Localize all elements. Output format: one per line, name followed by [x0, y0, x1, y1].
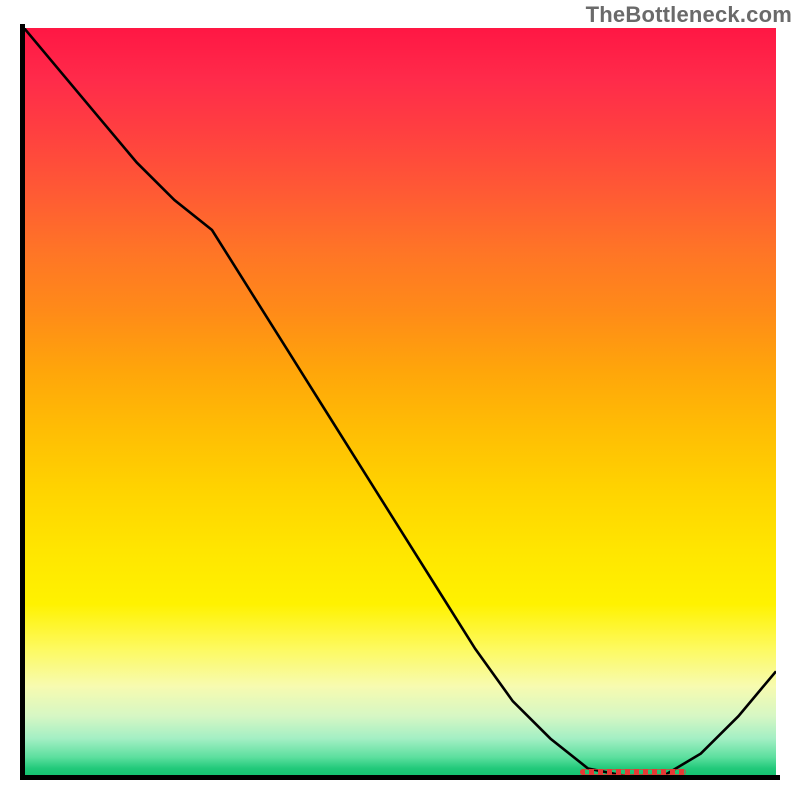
gradient-background: [24, 28, 776, 776]
watermark-label: TheBottleneck.com: [586, 2, 792, 28]
axis-bottom: [20, 775, 780, 780]
plot-area: [24, 28, 776, 776]
chart: TheBottleneck.com: [0, 0, 800, 800]
axis-left: [20, 24, 25, 780]
